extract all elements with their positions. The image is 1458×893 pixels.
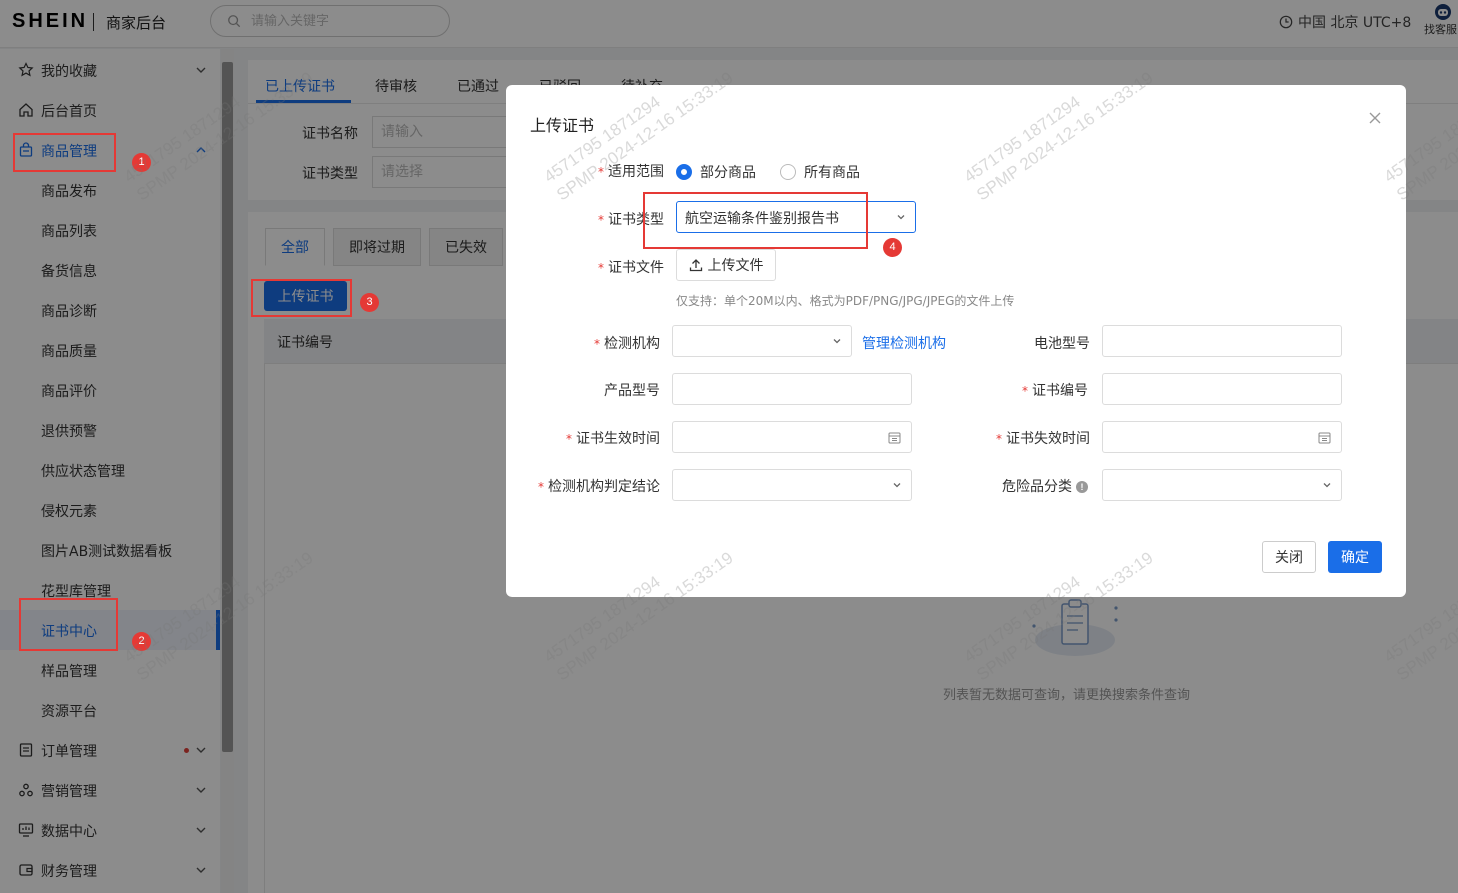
- upload-icon: [689, 258, 703, 272]
- chevron-down-icon: [1322, 480, 1332, 490]
- scope-label: *适用范围: [598, 161, 664, 181]
- radio-label: 所有商品: [804, 162, 860, 182]
- annotation-badge-1: 1: [132, 153, 151, 172]
- calendar-icon: [888, 431, 901, 444]
- cert-number-input[interactable]: [1102, 373, 1342, 405]
- test-org-label: *检测机构: [594, 333, 660, 353]
- test-org-select[interactable]: [672, 325, 852, 357]
- highlight-box-2: [19, 598, 118, 651]
- product-model-label: 产品型号: [604, 380, 660, 400]
- cert-number-label: *证书编号: [1022, 380, 1088, 400]
- expire-time-picker[interactable]: [1102, 421, 1342, 453]
- conclusion-select[interactable]: [672, 469, 912, 501]
- effective-time-picker[interactable]: [672, 421, 912, 453]
- chevron-down-icon: [832, 336, 842, 346]
- annotation-badge-2: 2: [132, 632, 151, 651]
- highlight-box-4: [643, 192, 868, 249]
- highlight-box-3: [251, 279, 352, 317]
- close-icon[interactable]: [1368, 111, 1382, 125]
- effective-time-label: *证书生效时间: [566, 428, 660, 448]
- product-model-input[interactable]: [672, 373, 912, 405]
- annotation-badge-4: 4: [883, 238, 902, 257]
- radio-unchecked-icon: [780, 164, 796, 180]
- expire-time-label: *证书失效时间: [996, 428, 1090, 448]
- calendar-icon: [1318, 431, 1331, 444]
- info-icon[interactable]: !: [1076, 481, 1088, 493]
- radio-checked-icon: [676, 164, 692, 180]
- confirm-button[interactable]: 确定: [1328, 541, 1382, 573]
- upload-file-label: 上传文件: [708, 255, 764, 275]
- highlight-box-1: [13, 133, 116, 172]
- dangerous-class-label: 危险品分类!: [1002, 476, 1088, 496]
- upload-file-button[interactable]: 上传文件: [676, 249, 776, 281]
- modal-title: 上传证书: [530, 112, 594, 136]
- scope-option-partial[interactable]: 部分商品: [676, 162, 756, 182]
- battery-model-input[interactable]: [1102, 325, 1342, 357]
- chevron-down-icon: [892, 480, 902, 490]
- cert-file-label: *证书文件: [598, 257, 664, 277]
- manage-test-org-link[interactable]: 管理检测机构: [862, 333, 946, 353]
- battery-model-label: 电池型号: [1034, 333, 1090, 353]
- scope-option-all[interactable]: 所有商品: [780, 162, 860, 182]
- close-button[interactable]: 关闭: [1262, 541, 1316, 573]
- upload-certificate-modal: 上传证书 *适用范围 部分商品 所有商品 *证书类型 航空运输条件鉴别报告书 *…: [506, 85, 1406, 597]
- file-format-hint: 仅支持：单个20M以内、格式为PDF/PNG/JPG/JPEG的文件上传: [676, 292, 1014, 309]
- conclusion-label: *检测机构判定结论: [538, 476, 660, 496]
- chevron-down-icon: [896, 212, 906, 222]
- radio-label: 部分商品: [700, 162, 756, 182]
- dangerous-class-select[interactable]: [1102, 469, 1342, 501]
- annotation-badge-3: 3: [360, 293, 379, 312]
